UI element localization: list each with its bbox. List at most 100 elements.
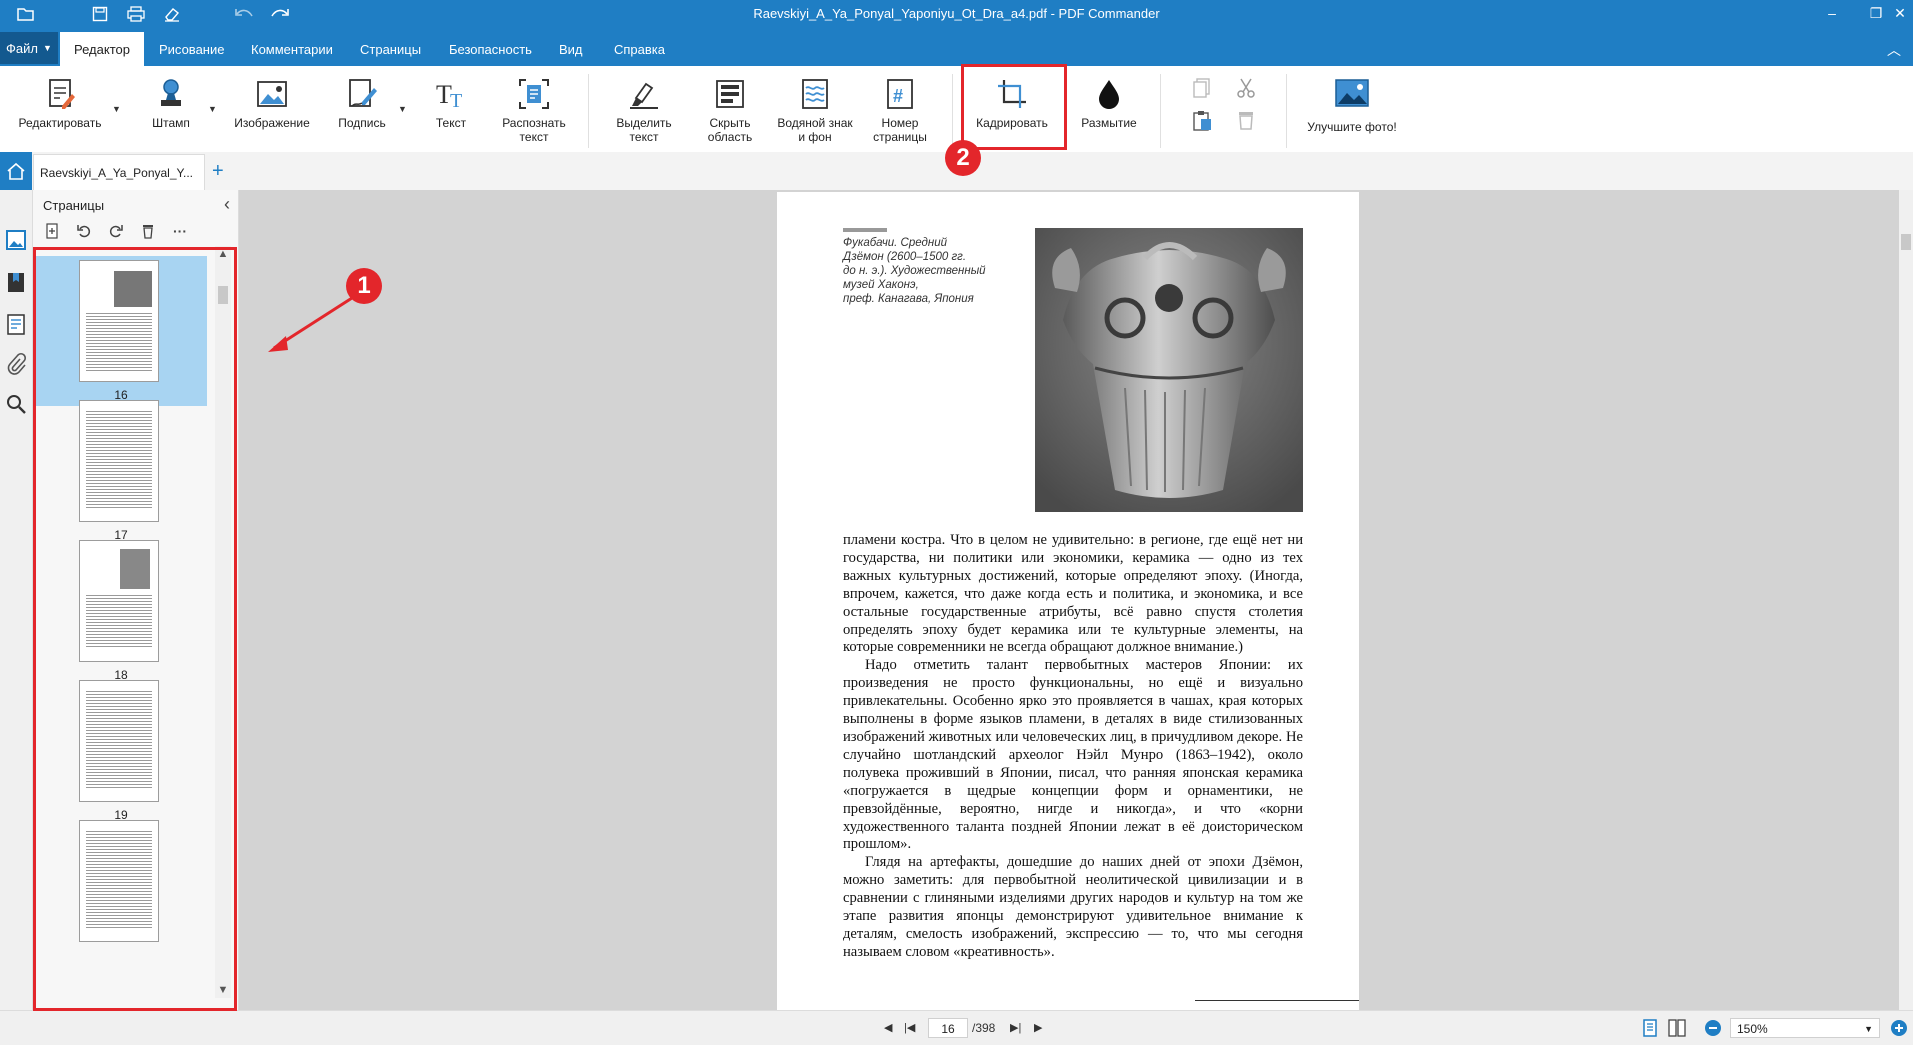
document-tab-label: Raevskiyi_A_Ya_Ponyal_Y... [40,165,193,180]
watermark-icon [802,79,828,109]
delete-page-icon[interactable] [137,220,159,242]
zoom-select[interactable]: 150% ▼ [1730,1018,1880,1038]
menu-bar: Файл ▼ Редактор Рисование Комментарии Ст… [0,28,1913,66]
tab-drawing[interactable]: Рисование [145,32,238,66]
collapse-panel-icon[interactable]: ‹ [224,194,230,215]
highlighter-icon [630,82,658,109]
left-rail [0,190,33,1010]
ribbon-separator [1160,74,1161,148]
close-icon[interactable]: ✕ [1886,2,1913,24]
highlight-text-button[interactable]: Выделить текст [604,76,684,150]
signature-button[interactable]: Подпись [332,76,392,150]
svg-text:T: T [450,90,462,112]
chevron-down-icon: ▼ [43,43,52,53]
title-bar: Raevskiyi_A_Ya_Ponyal_Yaponiyu_Ot_Dra_a4… [0,0,1913,28]
cut-icon[interactable] [1234,76,1258,100]
total-pages: /398 [972,1021,996,1035]
annotation-arrow [268,296,353,352]
paste-icon[interactable] [1190,108,1214,132]
file-menu-label: Файл [6,40,39,56]
text-icon: TT [436,80,462,112]
zoom-in-icon[interactable] [1890,1019,1908,1040]
stamp-dropdown-arrow[interactable]: ▼ [208,104,217,114]
document-viewport[interactable]: Фукабачи. Средний Дзёмон (2600–1500 гг. … [239,190,1913,1010]
ribbon-separator [588,74,589,148]
ribbon-separator [952,74,953,148]
caption-rule [843,228,887,232]
footer-rule [1195,1000,1359,1001]
minimize-icon[interactable]: – [1818,2,1846,24]
last-page-icon[interactable]: ▶| [1010,1021,1021,1034]
collapse-ribbon-icon[interactable]: ︿ [1887,40,1901,60]
current-page-input[interactable]: 16 [928,1018,968,1038]
signature-icon [349,79,377,107]
hide-area-button[interactable]: Скрыть область [690,76,770,150]
rotate-right-icon[interactable] [105,220,127,242]
image-caption: Фукабачи. Средний Дзёмон (2600–1500 гг. … [843,237,986,305]
image-button[interactable]: Изображение [230,76,314,150]
photo-enhance-icon [1335,79,1369,107]
delete-icon[interactable] [1234,108,1258,132]
ocr-button[interactable]: Распознать текст [494,76,574,150]
zoom-value: 150% [1737,1022,1768,1036]
enhance-photo-button[interactable]: Улучшите фото! [1300,76,1404,150]
hide-area-icon [716,80,744,108]
pdf-page[interactable]: Фукабачи. Средний Дзёмон (2600–1500 гг. … [777,192,1359,1010]
tab-pages[interactable]: Страницы [346,32,435,66]
scrollbar-thumb[interactable] [1901,234,1911,250]
edit-button[interactable]: Редактировать [14,76,106,150]
pages-panel-title: Страницы [43,198,105,213]
text-button[interactable]: TT Текст [428,76,474,150]
document-scrollbar[interactable] [1899,190,1913,1010]
two-page-view-icon[interactable] [1668,1019,1686,1040]
tab-security[interactable]: Безопасность [435,32,546,66]
edit-dropdown-arrow[interactable]: ▼ [112,104,121,114]
home-button[interactable] [0,152,32,190]
comments-list-icon[interactable] [4,312,28,336]
pottery-photo[interactable] [1035,228,1303,512]
step-badge-2: 2 [945,140,981,176]
paragraph: Глядя на артефакты, дошедшие до наших дн… [843,854,1303,960]
highlight-crop-box [961,64,1067,150]
blur-drop-icon [1099,80,1119,109]
body-text[interactable]: пламени костра. Что в целом не удивитель… [843,532,1303,962]
watermark-button[interactable]: Водяной знак и фон [772,76,858,150]
tab-editor[interactable]: Редактор [60,32,144,66]
search-icon[interactable] [4,392,28,416]
pages-view-icon[interactable] [4,228,28,252]
stamp-button[interactable]: Штамп [146,76,196,150]
blur-button[interactable]: Размытие [1078,76,1140,150]
tab-view[interactable]: Вид [545,32,597,66]
more-options-icon[interactable]: ··· [169,220,191,242]
page-number-icon: # [887,79,913,109]
next-page-icon[interactable]: ▶ [1034,1021,1042,1034]
highlight-thumbnails-box [33,247,237,1011]
file-menu-button[interactable]: Файл ▼ [0,32,58,64]
copy-icon[interactable] [1190,76,1214,100]
tab-comments[interactable]: Комментарии [237,32,347,66]
document-tab[interactable]: Raevskiyi_A_Ya_Ponyal_Y... [33,154,205,190]
paragraph: Надо отметить талант первобытных мастеро… [843,657,1303,853]
attachment-icon[interactable] [4,352,28,376]
zoom-out-icon[interactable] [1704,1019,1722,1040]
tab-help[interactable]: Справка [600,32,679,66]
status-bar: ◀ |◀ 16 /398 ▶| ▶ 150% ▼ [0,1010,1913,1045]
rotate-left-icon[interactable] [73,220,95,242]
add-tab-icon[interactable]: + [212,160,224,183]
prev-page-icon[interactable]: ◀ [884,1021,892,1034]
image-icon [257,81,287,107]
bookmarks-icon[interactable] [4,270,28,294]
ribbon-separator [1286,74,1287,148]
chevron-down-icon: ▼ [1864,1024,1873,1034]
page-number-button[interactable]: # Номер страницы [862,76,938,150]
window-title: Raevskiyi_A_Ya_Ponyal_Yaponiyu_Ot_Dra_a4… [753,6,1160,21]
svg-text:#: # [893,86,903,106]
first-page-icon[interactable]: |◀ [904,1021,915,1034]
add-page-icon[interactable] [41,220,63,242]
paragraph: пламени костра. Что в целом не удивитель… [843,532,1303,656]
home-icon [7,162,25,180]
signature-dropdown-arrow[interactable]: ▼ [398,104,407,114]
ocr-icon [519,79,549,109]
edit-document-icon [49,79,75,109]
single-page-view-icon[interactable] [1642,1019,1658,1040]
